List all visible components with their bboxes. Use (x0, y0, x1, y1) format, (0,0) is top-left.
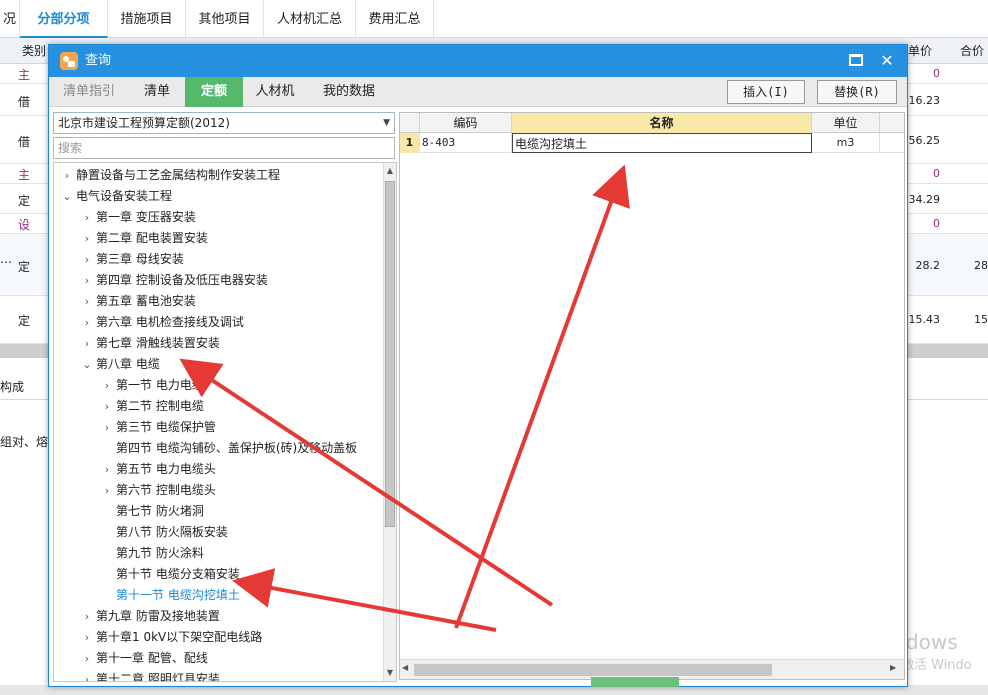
annotation-arrow (454, 164, 630, 629)
annotation-arrows (179, 164, 630, 632)
annotation-arrow (179, 358, 554, 607)
